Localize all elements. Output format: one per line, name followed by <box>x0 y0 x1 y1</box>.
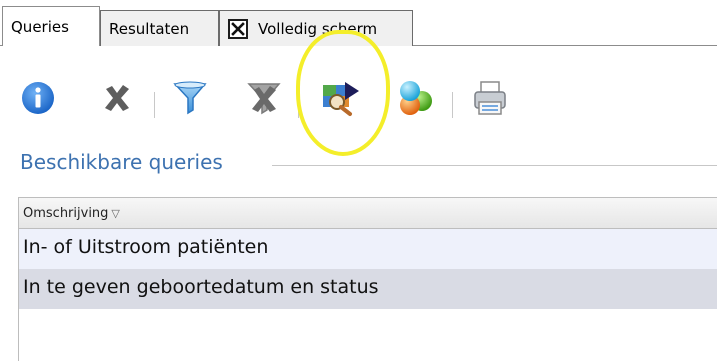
colors-button[interactable] <box>390 70 440 126</box>
section-divider <box>272 165 717 166</box>
filter-remove-icon <box>247 83 281 115</box>
print-button[interactable] <box>465 70 515 126</box>
printer-icon <box>474 81 506 115</box>
color-balls-icon <box>400 81 432 115</box>
tab-queries[interactable]: Queries <box>2 6 100 46</box>
tab-resultaten[interactable]: Resultaten <box>100 10 219 46</box>
queries-grid: Omschrijving ▽ In- of Uitstroom patiënten… <box>18 197 717 361</box>
toolbar-separator <box>452 92 453 118</box>
tab-volledig-scherm-label: Volledig scherm <box>258 19 378 38</box>
run-query-icon <box>323 82 359 116</box>
table-row[interactable]: In- of Uitstroom patiënten <box>19 229 717 269</box>
row-label: In te geven geboortedatum en status <box>23 276 379 298</box>
remove-filter-button[interactable] <box>240 70 290 126</box>
tab-queries-label: Queries <box>11 17 69 36</box>
row-label: In- of Uitstroom patiënten <box>23 236 269 258</box>
delete-button[interactable] <box>92 70 142 126</box>
table-row[interactable]: In te geven geboortedatum en status <box>19 269 717 309</box>
filter-button[interactable] <box>166 70 216 126</box>
section-title: Beschikbare queries <box>20 150 223 174</box>
info-button[interactable] <box>13 70 63 126</box>
toolbar-separator <box>298 92 299 118</box>
tab-volledig-scherm[interactable]: Volledig scherm <box>219 10 413 46</box>
toolbar <box>0 70 717 132</box>
filter-icon <box>173 81 207 115</box>
toolbar-separator <box>154 92 155 118</box>
column-header-label: Omschrijving ▽ <box>23 206 120 221</box>
close-x-icon <box>105 85 129 111</box>
sort-icon[interactable]: ▽ <box>111 207 119 220</box>
info-icon <box>22 82 54 114</box>
tab-resultaten-label: Resultaten <box>109 19 190 38</box>
tab-strip: Queries Resultaten Volledig scherm <box>0 0 717 47</box>
close-x-icon <box>228 18 248 39</box>
column-header-omschrijving[interactable]: Omschrijving ▽ <box>19 198 717 229</box>
run-query-button[interactable] <box>316 70 366 126</box>
